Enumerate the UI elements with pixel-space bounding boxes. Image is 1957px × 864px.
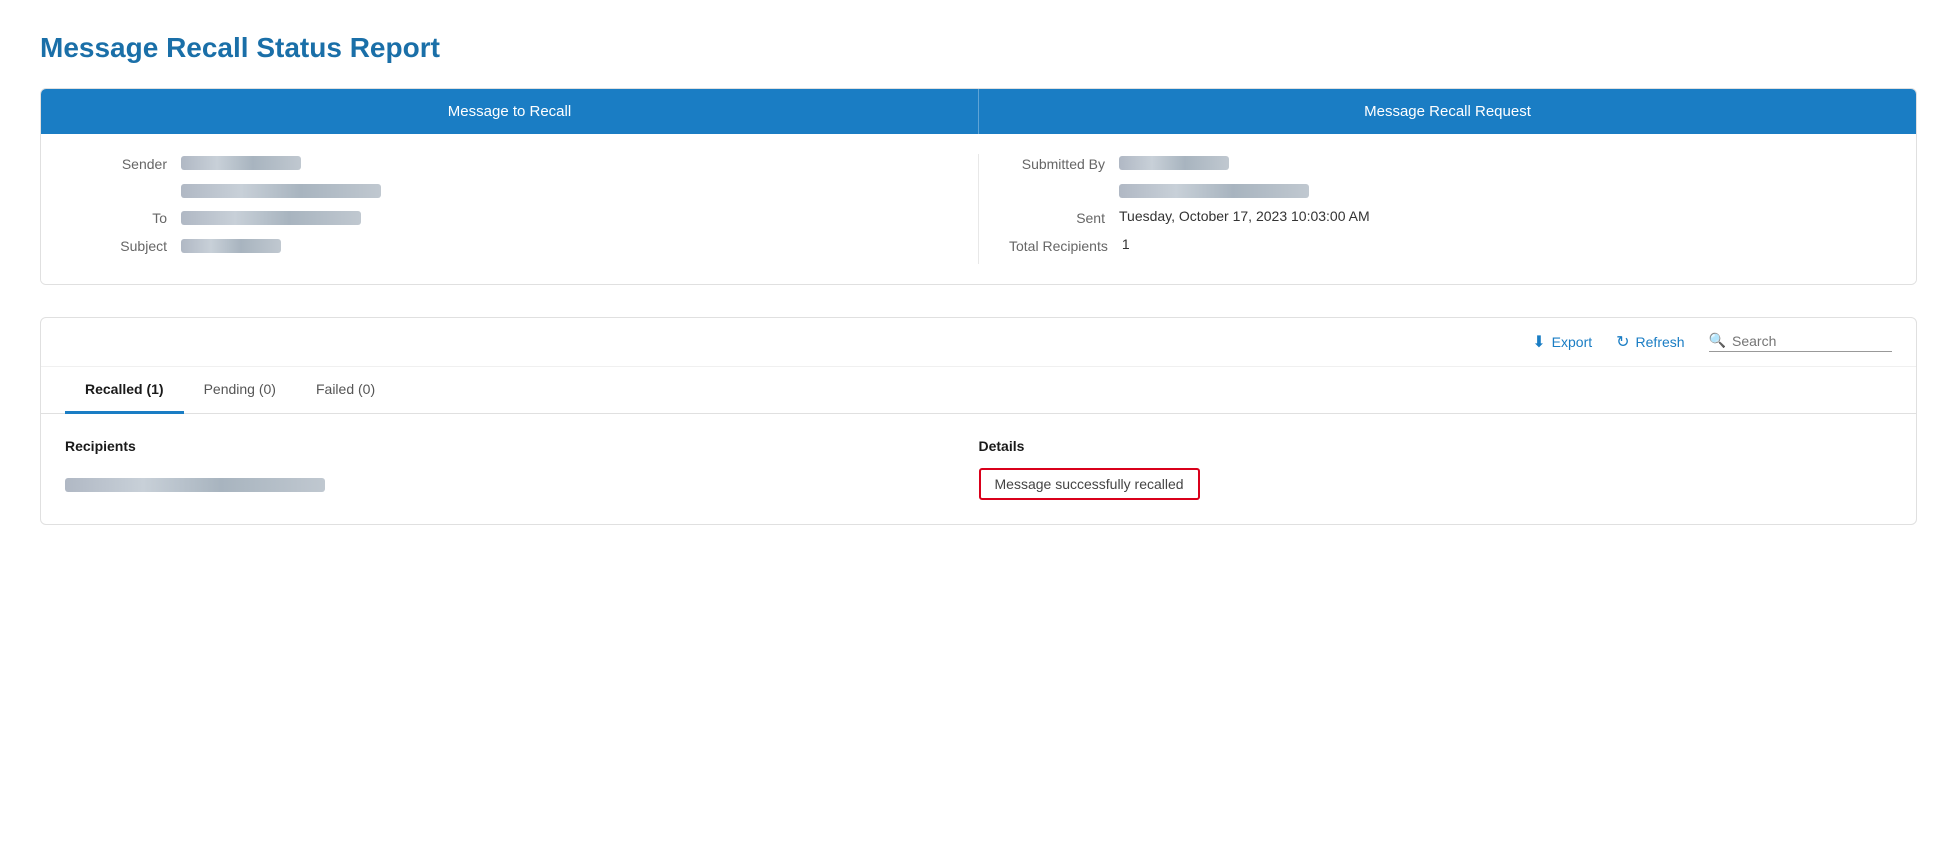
info-card-left-header: Message to Recall xyxy=(41,89,979,134)
tab-pending[interactable]: Pending (0) xyxy=(184,367,296,414)
table-area: Recipients Details Message successfully … xyxy=(41,414,1916,524)
refresh-label: Refresh xyxy=(1636,334,1685,350)
to-value xyxy=(181,208,361,224)
total-recipients-row: Total Recipients 1 xyxy=(1009,236,1886,254)
search-input[interactable] xyxy=(1732,333,1892,349)
submitted-by-value xyxy=(1119,154,1229,170)
submitted-by-detail-value xyxy=(1119,182,1309,198)
info-col-right: Submitted By Sent Tuesday, October 17, 2… xyxy=(979,154,1916,264)
toolbar-row: ⬇ Export ↻ Refresh 🔍 xyxy=(41,318,1916,367)
info-card-body: Sender To Subject xyxy=(41,134,1916,284)
sender-label: Sender xyxy=(71,154,181,172)
submitted-by-label: Submitted By xyxy=(1009,154,1119,172)
tab-failed[interactable]: Failed (0) xyxy=(296,367,395,414)
info-card: Message to Recall Message Recall Request… xyxy=(40,88,1917,285)
sender-row: Sender xyxy=(71,154,948,172)
refresh-icon: ↻ xyxy=(1616,332,1629,352)
to-label: To xyxy=(71,208,181,226)
sent-label: Sent xyxy=(1009,208,1119,226)
export-label: Export xyxy=(1552,334,1592,350)
sender-value xyxy=(181,154,301,170)
tabs-row: Recalled (1) Pending (0) Failed (0) xyxy=(41,367,1916,414)
submitted-by-detail-label xyxy=(1009,182,1119,184)
refresh-button[interactable]: ↻ Refresh xyxy=(1616,332,1684,352)
page-title: Message Recall Status Report xyxy=(40,32,1917,64)
subject-value xyxy=(181,236,281,252)
search-icon: 🔍 xyxy=(1709,332,1726,349)
search-container: 🔍 xyxy=(1709,332,1892,352)
submitted-by-detail-row xyxy=(1009,182,1886,198)
col-header-details: Details xyxy=(979,438,1893,454)
bottom-section: ⬇ Export ↻ Refresh 🔍 Recalled (1) Pendin… xyxy=(40,317,1917,525)
sender-detail-value xyxy=(181,182,381,198)
export-icon: ⬇ xyxy=(1532,332,1545,352)
to-row: To xyxy=(71,208,948,226)
details-cell: Message successfully recalled xyxy=(979,468,1893,500)
submitted-by-row: Submitted By xyxy=(1009,154,1886,172)
table-headers: Recipients Details xyxy=(65,438,1892,454)
table-row: Message successfully recalled xyxy=(65,468,1892,500)
info-card-header: Message to Recall Message Recall Request xyxy=(41,89,1916,134)
total-recipients-label: Total Recipients xyxy=(1009,236,1122,254)
sender-detail-row xyxy=(71,182,948,198)
total-recipients-value: 1 xyxy=(1122,236,1130,252)
info-card-right-header: Message Recall Request xyxy=(979,89,1916,134)
export-button[interactable]: ⬇ Export xyxy=(1532,332,1592,352)
info-col-left: Sender To Subject xyxy=(41,154,979,264)
subject-label: Subject xyxy=(71,236,181,254)
subject-row: Subject xyxy=(71,236,948,254)
recall-status-badge: Message successfully recalled xyxy=(979,468,1200,500)
sent-row: Sent Tuesday, October 17, 2023 10:03:00 … xyxy=(1009,208,1886,226)
tab-recalled[interactable]: Recalled (1) xyxy=(65,367,184,414)
col-header-recipients: Recipients xyxy=(65,438,979,454)
sender-detail-label xyxy=(71,182,181,184)
sent-value: Tuesday, October 17, 2023 10:03:00 AM xyxy=(1119,208,1370,224)
recipient-cell xyxy=(65,476,979,492)
